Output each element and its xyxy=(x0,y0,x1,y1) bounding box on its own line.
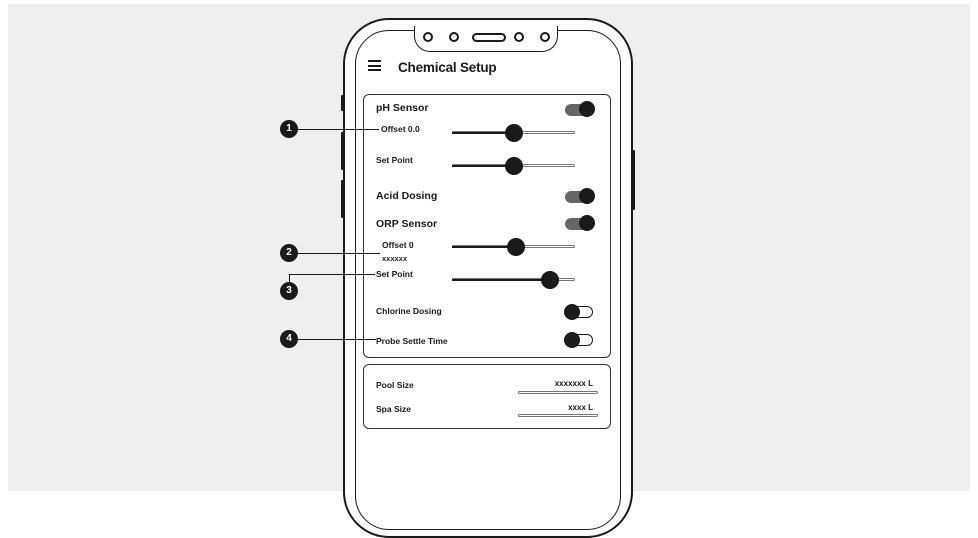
acid-dosing-toggle[interactable] xyxy=(565,188,595,204)
slider-thumb[interactable] xyxy=(541,271,560,289)
orp-offset-sublabel: xxxxxx xyxy=(382,254,408,263)
orp-offset-label: Offset 0 xyxy=(382,240,414,250)
slider-thumb[interactable] xyxy=(504,157,523,175)
camera-icon xyxy=(540,32,550,42)
chlorine-dosing-label: Chlorine Dosing xyxy=(376,306,442,316)
callout-leader xyxy=(289,274,290,282)
toggle-knob xyxy=(579,188,595,204)
spa-size-field[interactable] xyxy=(518,414,598,417)
slider-thumb[interactable] xyxy=(504,124,523,142)
orp-sensor-toggle[interactable] xyxy=(565,215,595,231)
callout-badge: 2 xyxy=(280,244,298,262)
probe-settle-toggle[interactable] xyxy=(564,331,593,348)
speaker-icon xyxy=(472,33,506,42)
callout-badge: 4 xyxy=(280,330,298,348)
chlorine-dosing-toggle[interactable] xyxy=(564,303,593,320)
callout-leader xyxy=(296,339,376,340)
sensor-icon xyxy=(514,32,524,42)
page-title: Chemical Setup xyxy=(398,60,497,75)
ph-offset-label: Offset 0.0 xyxy=(381,124,420,134)
callout-badge: 3 xyxy=(280,282,298,300)
slider-thumb[interactable] xyxy=(506,238,525,256)
sensor-icon xyxy=(449,32,459,42)
spa-size-label: Spa Size xyxy=(376,404,411,414)
size-settings-card xyxy=(363,364,611,429)
orp-sensor-label: ORP Sensor xyxy=(376,218,438,230)
orp-setpoint-slider[interactable] xyxy=(452,271,575,289)
ph-sensor-toggle[interactable] xyxy=(565,101,595,117)
spa-size-value[interactable]: xxxx L xyxy=(518,403,593,412)
camera-icon xyxy=(423,32,433,42)
orp-setpoint-label: Set Point xyxy=(376,269,413,279)
callout-leader xyxy=(290,274,375,275)
ph-setpoint-slider[interactable] xyxy=(452,157,575,175)
toggle-knob xyxy=(564,331,580,348)
callout-badge: 1 xyxy=(280,120,298,138)
pool-size-value[interactable]: xxxxxxx L xyxy=(518,379,593,388)
pool-size-field[interactable] xyxy=(518,391,598,394)
hamburger-icon[interactable] xyxy=(368,60,381,74)
ph-sensor-label: pH Sensor xyxy=(376,102,429,114)
pool-size-label: Pool Size xyxy=(376,380,414,390)
orp-offset-slider[interactable] xyxy=(452,238,575,256)
callout-leader xyxy=(296,129,379,130)
toggle-knob xyxy=(579,215,595,231)
probe-settle-label: Probe Settle Time xyxy=(376,336,448,346)
callout-leader xyxy=(296,253,380,254)
toggle-knob xyxy=(564,303,580,320)
toggle-knob xyxy=(579,101,595,117)
ph-offset-slider[interactable] xyxy=(452,124,575,142)
ph-setpoint-label: Set Point xyxy=(376,155,413,165)
acid-dosing-label: Acid Dosing xyxy=(376,190,438,202)
